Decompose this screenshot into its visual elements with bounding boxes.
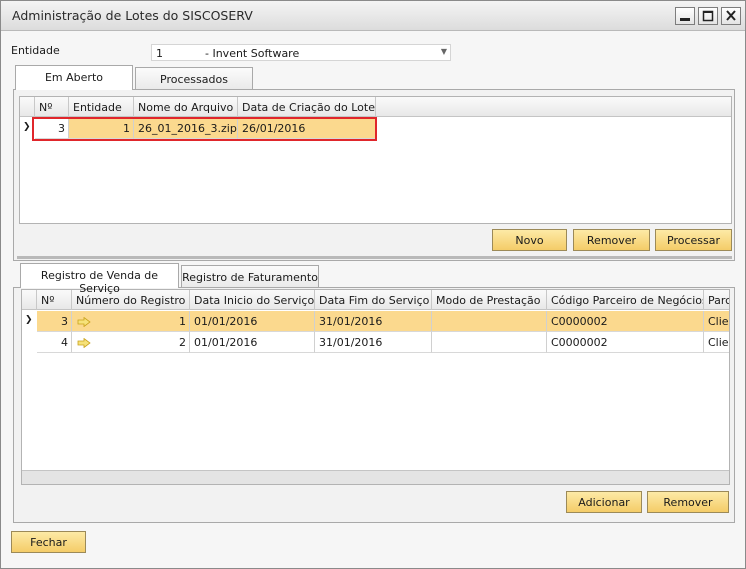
- novo-button[interactable]: Novo: [492, 229, 567, 251]
- link-arrow-icon[interactable]: [77, 336, 91, 349]
- cell-parceiro[interactable]: Clien: [704, 311, 729, 332]
- tab-label: Processados: [160, 73, 228, 86]
- cell-numero-registro[interactable]: 2: [72, 332, 190, 353]
- cell-codigo-parceiro[interactable]: C0000002: [547, 311, 704, 332]
- header-row-selector: [20, 97, 35, 117]
- cell-codigo-parceiro[interactable]: C0000002: [547, 332, 704, 353]
- row-selected-icon: ❯: [25, 315, 33, 325]
- close-button[interactable]: [721, 7, 741, 25]
- entity-code: 1: [156, 47, 163, 60]
- adicionar-button[interactable]: Adicionar: [566, 491, 642, 513]
- splitter[interactable]: [17, 256, 732, 259]
- tab-registro-venda[interactable]: Registro de Venda de Serviço: [20, 263, 179, 295]
- cell-data-fim[interactable]: 31/01/2016: [315, 311, 432, 332]
- window-title: Administração de Lotes do SISCOSERV: [12, 8, 253, 23]
- cell-numero-registro[interactable]: 1: [72, 311, 190, 332]
- maximize-icon: [699, 8, 717, 24]
- tab-em-aberto[interactable]: Em Aberto: [15, 65, 133, 90]
- entity-name: - Invent Software: [205, 47, 300, 60]
- cell-modo-prestacao[interactable]: [432, 311, 547, 332]
- registros-grid-header: Nº Número do Registro Data Inicio do Ser…: [22, 290, 729, 310]
- minimize-icon: [676, 8, 694, 24]
- tab-label: Registro de Faturamento: [182, 271, 318, 284]
- entity-select[interactable]: 1 - Invent Software ▼: [151, 44, 451, 61]
- table-row[interactable]: ❯ 3 1 01/01/2016 31/01/2016 C0000002 Cli…: [22, 311, 729, 332]
- window: Administração de Lotes do SISCOSERV Enti…: [0, 0, 746, 569]
- minimize-button[interactable]: [675, 7, 695, 25]
- header-data-inicio[interactable]: Data Inicio do Serviço: [190, 290, 315, 310]
- header-num[interactable]: Nº: [37, 290, 72, 310]
- lots-panel: Nº Entidade Nome do Arquivo Data de Cria…: [13, 89, 735, 261]
- cell-num[interactable]: 3: [37, 311, 72, 332]
- lots-grid: Nº Entidade Nome do Arquivo Data de Cria…: [19, 96, 732, 224]
- header-row-selector: [22, 290, 37, 310]
- cell-modo-prestacao[interactable]: [432, 332, 547, 353]
- remover-registro-button[interactable]: Remover: [647, 491, 729, 513]
- cell-parceiro[interactable]: Clien: [704, 332, 729, 353]
- header-entidade[interactable]: Entidade: [69, 97, 134, 117]
- cell-data-inicio[interactable]: 01/01/2016: [190, 311, 315, 332]
- header-data-criacao[interactable]: Data de Criação do Lote: [238, 97, 376, 117]
- cell-num[interactable]: 4: [37, 332, 72, 353]
- cell-data-inicio[interactable]: 01/01/2016: [190, 332, 315, 353]
- tab-label: Em Aberto: [44, 71, 103, 84]
- registro-value: 1: [179, 315, 186, 328]
- lots-grid-header: Nº Entidade Nome do Arquivo Data de Cria…: [20, 97, 731, 117]
- header-data-fim[interactable]: Data Fim do Serviço: [315, 290, 432, 310]
- header-num[interactable]: Nº: [35, 97, 69, 117]
- tab-registro-faturamento[interactable]: Registro de Faturamento: [181, 265, 319, 288]
- title-bar[interactable]: Administração de Lotes do SISCOSERV: [1, 1, 745, 31]
- horizontal-scrollbar[interactable]: [22, 470, 729, 484]
- header-modo-prestacao[interactable]: Modo de Prestação: [432, 290, 547, 310]
- highlight-box: [32, 117, 377, 141]
- table-row[interactable]: 4 2 01/01/2016 31/01/2016 C0000002 Clien: [22, 332, 729, 353]
- registros-panel: Nº Número do Registro Data Inicio do Ser…: [13, 287, 735, 523]
- link-arrow-icon[interactable]: [77, 315, 91, 328]
- registro-value: 2: [179, 336, 186, 349]
- close-icon: [722, 8, 740, 24]
- header-codigo-parceiro[interactable]: Código Parceiro de Negócios: [547, 290, 704, 310]
- processar-button[interactable]: Processar: [655, 229, 732, 251]
- entity-label: Entidade: [11, 44, 60, 57]
- registros-grid: Nº Número do Registro Data Inicio do Ser…: [21, 289, 730, 485]
- fechar-button[interactable]: Fechar: [11, 531, 86, 553]
- tab-processados[interactable]: Processados: [135, 67, 253, 90]
- remover-lote-button[interactable]: Remover: [573, 229, 650, 251]
- maximize-button[interactable]: [698, 7, 718, 25]
- header-parceiro[interactable]: Parc: [704, 290, 729, 310]
- cell-data-fim[interactable]: 31/01/2016: [315, 332, 432, 353]
- chevron-down-icon[interactable]: ▼: [441, 47, 447, 56]
- header-nome-arquivo[interactable]: Nome do Arquivo: [134, 97, 238, 117]
